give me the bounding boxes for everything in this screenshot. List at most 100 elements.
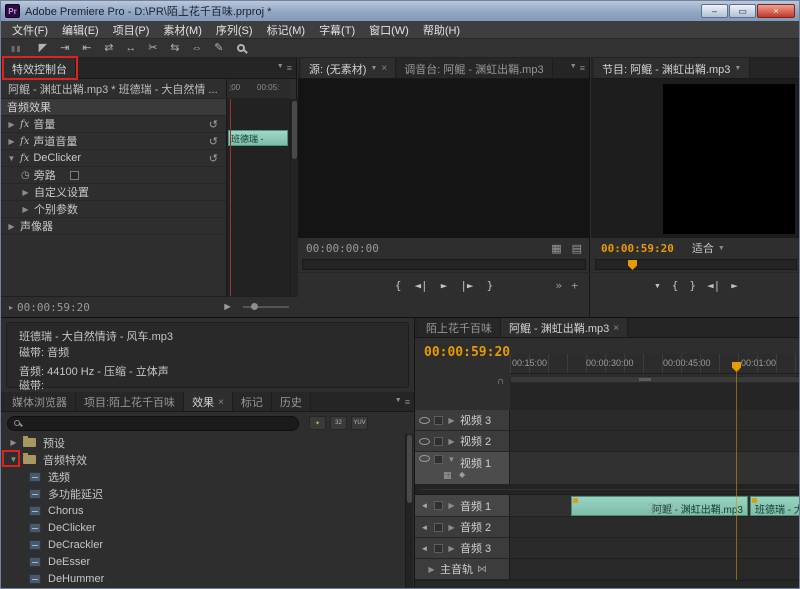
twirl-icon[interactable]: ▶ <box>7 137 16 146</box>
reset-effect-icon[interactable]: ↺ <box>209 135 218 148</box>
menu-help[interactable]: 帮助(H) <box>416 22 467 38</box>
track-header-audio-2[interactable]: ◄ ▶ 音频 2 <box>415 517 510 538</box>
rate-stretch-tool-icon[interactable]: ↔ <box>120 40 142 57</box>
reset-effect-icon[interactable]: ↺ <box>209 118 218 131</box>
mini-clip[interactable]: 班德瑞 - <box>228 130 288 146</box>
razor-tool-icon[interactable]: ✂ <box>142 40 164 57</box>
export-frame-icon[interactable]: ▤ <box>572 242 582 255</box>
panel-dropdown-icon[interactable]: ▼ <box>570 63 577 73</box>
tree-effect-chorus[interactable]: Chorus <box>1 502 406 519</box>
track-header-master[interactable]: ▶ 主音轨 ⋈ <box>415 559 510 580</box>
track-select-tool-icon[interactable]: ⇥ <box>54 40 76 57</box>
menu-clip[interactable]: 素材(M) <box>156 22 209 38</box>
track-toggle[interactable] <box>434 501 443 510</box>
twirl-icon[interactable]: ▶ <box>447 437 456 446</box>
track-lane-audio-2[interactable] <box>510 517 800 538</box>
effect-row-volume[interactable]: ▶ fx 音量 ↺ <box>1 116 226 133</box>
time-ruler[interactable]: 00:15:00 00:00:30:00 00:00:45:00 00:01:0… <box>510 354 800 374</box>
tab-source[interactable]: 源: (无素材) ▼ × <box>301 58 396 78</box>
play-audio-icon[interactable]: ► <box>222 301 233 313</box>
tab-history[interactable]: 历史 <box>272 392 311 411</box>
source-timecode[interactable]: 00:00:00:00 <box>306 242 379 255</box>
slip-tool-icon[interactable]: ⇆ <box>164 40 186 57</box>
tree-effect-bandpass[interactable]: 选频 <box>1 468 406 485</box>
twirl-icon[interactable]: ▶ <box>447 523 456 532</box>
thumbnail-style-icon[interactable]: ▦ <box>443 470 452 481</box>
tab-program[interactable]: 节目: 阿鲲 - 渊虹出鞘.mp3 ▼ <box>594 58 750 78</box>
step-forward-button[interactable]: |► <box>460 279 473 292</box>
panel-menu-icon[interactable]: ≡ <box>405 397 410 407</box>
selection-tool-icon[interactable]: ◤ <box>32 40 54 57</box>
32bit-color-filter-button[interactable]: 32 <box>330 416 347 430</box>
speaker-icon[interactable]: ◄ <box>419 523 430 532</box>
menu-project[interactable]: 项目(P) <box>106 22 157 38</box>
effect-controls-scrollbar[interactable] <box>290 99 298 296</box>
keyframe-display-icon[interactable]: ◆ <box>459 470 465 479</box>
maximize-button[interactable]: ▭ <box>729 4 756 18</box>
timeline-bottom-strip[interactable] <box>415 580 800 589</box>
eye-icon[interactable] <box>419 438 430 445</box>
goto-in-button[interactable]: { <box>395 279 402 292</box>
zoom-tool-icon[interactable] <box>237 44 245 52</box>
program-playhead[interactable] <box>628 260 637 270</box>
sequence-close-icon[interactable]: × <box>613 323 619 334</box>
twirl-icon[interactable]: ▶ <box>21 205 30 214</box>
twirl-icon[interactable]: ▶ <box>447 416 456 425</box>
close-button[interactable]: × <box>757 4 795 18</box>
speaker-icon[interactable]: ◄ <box>419 544 430 553</box>
effect-row-individual-params[interactable]: ▶ 个别参数 <box>1 201 226 218</box>
track-lane-master[interactable] <box>510 559 800 580</box>
panel-menu-icon[interactable]: ≡ <box>287 63 292 73</box>
effect-controls-mini-timeline[interactable]: 班德瑞 - <box>226 99 290 296</box>
goto-out-button[interactable]: } <box>487 279 494 292</box>
button-editor-icon[interactable]: + <box>571 279 578 292</box>
twirl-icon[interactable]: ▶ <box>7 222 16 231</box>
source-scrubber[interactable] <box>302 259 586 270</box>
track-lane-video-2[interactable] <box>510 431 800 452</box>
effects-scrollbar[interactable] <box>405 434 413 589</box>
menu-title[interactable]: 字幕(T) <box>312 22 362 38</box>
slide-tool-icon[interactable]: ⇔ <box>186 40 208 57</box>
bypass-checkbox[interactable] <box>70 171 79 180</box>
accelerated-effects-filter-button[interactable]: ✦ <box>309 416 326 430</box>
work-area-bar[interactable] <box>510 376 800 383</box>
minimize-button[interactable]: – <box>701 4 728 18</box>
panel-dropdown-icon[interactable]: ▼ <box>277 63 284 73</box>
tree-bin-audio-effects[interactable]: ▼ 音频特效 <box>1 451 406 468</box>
tree-effect-deesser[interactable]: DeEsser <box>1 553 406 570</box>
effect-controls-timecode[interactable]: 00:00:59:20 <box>17 301 90 314</box>
track-header-audio-3[interactable]: ◄ ▶ 音频 3 <box>415 538 510 559</box>
effect-controls-mini-ruler[interactable]: ;00 00:05: <box>226 79 290 99</box>
eye-icon[interactable] <box>419 455 430 462</box>
timeline-timecode[interactable]: 00:00:59:20 <box>424 345 510 360</box>
track-toggle[interactable] <box>434 416 443 425</box>
tab-project[interactable]: 项目:陌上花千百味 <box>76 392 184 411</box>
mini-playhead[interactable] <box>230 99 231 296</box>
track-header-video-3[interactable]: ▶ 视频 3 <box>415 410 510 431</box>
twirl-icon[interactable]: ▼ <box>447 455 456 464</box>
panel-menu-icon[interactable]: ≡ <box>580 63 585 73</box>
zoom-slider[interactable] <box>243 306 289 308</box>
effects-close-icon[interactable]: × <box>218 397 224 408</box>
track-header-video-2[interactable]: ▶ 视频 2 <box>415 431 510 452</box>
goto-in-button[interactable]: { <box>672 279 679 292</box>
source-close-icon[interactable]: × <box>381 63 387 74</box>
effect-row-custom-setup[interactable]: ▶ 自定义设置 <box>1 184 226 201</box>
goto-out-button[interactable]: } <box>689 279 696 292</box>
tree-effect-multitap-delay[interactable]: 多功能延迟 <box>1 485 406 502</box>
source-dropdown-icon[interactable]: ▼ <box>370 65 377 72</box>
menu-window[interactable]: 窗口(W) <box>362 22 416 38</box>
timeline-playhead-line[interactable] <box>736 372 737 580</box>
tab-media-browser[interactable]: 媒体浏览器 <box>4 392 76 411</box>
track-header-video-1[interactable]: ▼ 视频 1 ▦ ◆ <box>415 452 510 485</box>
twirl-icon[interactable]: ▶ <box>427 565 436 574</box>
program-dropdown-icon[interactable]: ▼ <box>734 65 741 72</box>
tab-effect-controls[interactable]: 特效控制台 <box>4 58 76 78</box>
tree-effect-dehummer[interactable]: DeHummer <box>1 570 406 587</box>
tab-audio-mixer[interactable]: 调音台: 阿鲲 - 渊虹出鞘.mp3 <box>396 58 552 78</box>
reset-effect-icon[interactable]: ↺ <box>209 152 218 165</box>
video-audio-divider[interactable] <box>415 485 800 495</box>
track-toggle[interactable] <box>434 544 443 553</box>
track-toggle[interactable] <box>434 455 443 464</box>
step-back-button[interactable]: ◄| <box>707 279 720 292</box>
